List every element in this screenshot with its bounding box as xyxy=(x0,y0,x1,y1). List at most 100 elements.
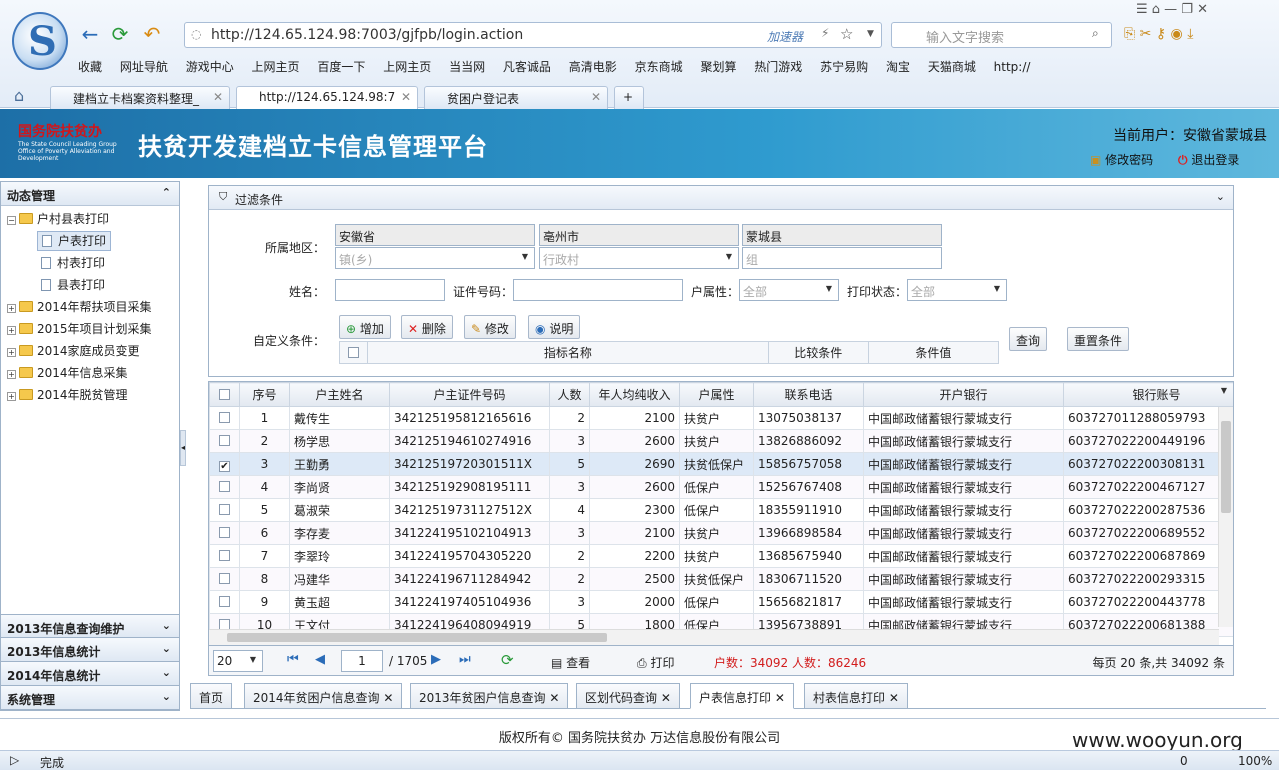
dropdown-icon[interactable]: ▼ xyxy=(867,29,874,39)
play-icon[interactable]: ▷ xyxy=(10,753,19,767)
col-header[interactable]: 年人均纯收入 xyxy=(589,382,680,407)
view-button[interactable]: ▤ 查看 xyxy=(551,654,590,671)
new-tab-button[interactable]: + xyxy=(614,86,644,109)
tree-node-county[interactable]: 县表打印 xyxy=(1,274,179,296)
row-checkbox[interactable] xyxy=(219,550,230,561)
col-header[interactable]: 序号 xyxy=(239,382,290,407)
bookmark-item[interactable]: 游戏中心 xyxy=(186,60,234,74)
tree-folder[interactable]: +2014年帮扶项目采集 xyxy=(1,296,179,318)
bookmark-item[interactable]: 收藏 xyxy=(78,60,102,74)
splitter-handle[interactable]: ◂ xyxy=(180,430,186,466)
row-checkbox[interactable]: ✔ xyxy=(219,460,230,472)
tree-node-household[interactable]: 户表打印 xyxy=(1,230,179,252)
row-checkbox[interactable] xyxy=(219,504,230,515)
nav-section-header[interactable]: 动态管理 ⌃ xyxy=(1,182,179,206)
tree-folder[interactable]: +2014家庭成员变更 xyxy=(1,340,179,362)
bookmark-item[interactable]: 上网主页 xyxy=(252,60,300,74)
browser-tab[interactable]: 建档立卡档案资料整理_ ✕ xyxy=(50,86,230,109)
tree-folder[interactable]: +2014年脱贫管理 xyxy=(1,384,179,406)
next-page-icon[interactable]: ▶ xyxy=(431,652,441,667)
condition-select-all[interactable] xyxy=(348,346,360,358)
first-page-icon[interactable]: ⏮ xyxy=(287,652,299,667)
search-icon[interactable]: ⌕ xyxy=(1092,26,1099,41)
star-icon[interactable]: ☆ xyxy=(840,25,853,43)
help-button[interactable]: ◉ 说明 xyxy=(528,315,581,339)
nav-section-header[interactable]: 系统管理 ⌄ xyxy=(0,686,180,710)
bookmark-item[interactable]: 苏宁易购 xyxy=(820,60,868,74)
tab-2014-query[interactable]: 2014年贫困户信息查询 ✕ xyxy=(244,683,403,709)
logout-link[interactable]: ⏻ 退出登录 xyxy=(1178,151,1239,168)
filter-header[interactable]: ⛉ 过滤条件 ⌄ xyxy=(209,186,1233,210)
table-row[interactable]: 6 李存麦 341224195102104913 3 2100 扶贫户 1396689858… xyxy=(209,521,1233,545)
back-icon[interactable]: ← xyxy=(78,22,102,46)
name-input[interactable] xyxy=(335,279,445,301)
nav-section-header[interactable]: 2014年信息统计 ⌄ xyxy=(0,662,180,686)
col-header[interactable]: 联系电话 xyxy=(753,382,864,407)
bookmark-item[interactable]: 京东商城 xyxy=(635,60,683,74)
id-input[interactable] xyxy=(513,279,683,301)
nav-section-header[interactable]: 2013年信息查询维护 ⌄ xyxy=(0,614,180,638)
tab-household-print[interactable]: 户表信息打印 ✕ xyxy=(690,683,794,709)
bookmark-item[interactable]: 当当网 xyxy=(449,60,485,74)
table-row[interactable]: 1 戴传生 342125195812165616 2 2100 扶贫户 1307503813… xyxy=(209,406,1233,430)
hscroll-thumb[interactable] xyxy=(227,633,607,642)
bookmark-item[interactable]: 高清电影 xyxy=(569,60,617,74)
browser-tab[interactable]: 贫困户登记表 ✕ xyxy=(424,86,608,109)
nav-section-header[interactable]: 2013年信息统计 ⌄ xyxy=(0,638,180,662)
select-all-checkbox[interactable] xyxy=(219,388,230,400)
table-row[interactable]: 7 李翠玲 341224195704305220 2 2200 扶贫户 1368567594… xyxy=(209,544,1233,568)
col-header[interactable]: 银行账号 xyxy=(1063,382,1233,407)
group-input[interactable]: 组 xyxy=(742,247,942,269)
col-header[interactable]: 开户银行 xyxy=(863,382,1064,407)
col-header[interactable]: 户属性 xyxy=(679,382,754,407)
zoom-level[interactable]: 100% xyxy=(1238,754,1272,768)
last-page-icon[interactable]: ⏭ xyxy=(459,652,471,667)
tab-region-code[interactable]: 区划代码查询 ✕ xyxy=(576,683,680,709)
tree-folder[interactable]: +2014年信息采集 xyxy=(1,362,179,384)
refresh-icon[interactable]: ⟳ xyxy=(108,22,132,46)
bookmark-item[interactable]: 淘宝 xyxy=(886,60,910,74)
undo-icon[interactable]: ↶ xyxy=(140,22,164,46)
address-bar[interactable]: ◌ http://124.65.124.98:7003/gjfpb/login.… xyxy=(184,22,882,48)
tree-node-root[interactable]: − 户村县表打印 xyxy=(1,208,179,230)
bookmark-item[interactable]: 百度一下 xyxy=(317,60,365,74)
table-row[interactable]: 2 杨学思 342125194610274916 3 2600 扶贫户 1382688609… xyxy=(209,429,1233,453)
row-checkbox[interactable] xyxy=(219,481,230,492)
bookmark-item[interactable]: 聚划算 xyxy=(700,60,736,74)
row-checkbox[interactable] xyxy=(219,412,230,423)
scroll-thumb[interactable] xyxy=(1221,421,1231,513)
add-button[interactable]: ⊕ 增加 xyxy=(339,315,391,339)
bookmark-item[interactable]: 上网主页 xyxy=(383,60,431,74)
bookmark-item[interactable]: http:// xyxy=(994,60,1031,74)
window-controls[interactable]: ☰ ⌂ — ❐ ✕ xyxy=(1136,2,1208,17)
toolbar-icons[interactable]: ⎘ ✂ ⚷ ◉ ⤓ xyxy=(1124,26,1193,42)
search-box[interactable]: 输入文字搜索 ⌕ xyxy=(891,22,1112,48)
attr-select[interactable]: 全部 xyxy=(739,279,839,301)
edit-button[interactable]: ✎ 修改 xyxy=(464,315,516,339)
bookmark-item[interactable]: 天猫商城 xyxy=(928,60,976,74)
tab-2013-query[interactable]: 2013年贫困户信息查询 ✕ xyxy=(410,683,569,709)
bookmark-item[interactable]: 凡客诚品 xyxy=(503,60,551,74)
table-row[interactable]: 9 黄玉超 341224197405104936 3 2000 低保户 1565682181… xyxy=(209,590,1233,614)
bookmark-item[interactable]: 网址导航 xyxy=(120,60,168,74)
table-row[interactable]: 4 李尚贤 342125192908195111 3 2600 低保户 1525676740… xyxy=(209,475,1233,499)
change-password-link[interactable]: ▣ 修改密码 xyxy=(1090,151,1153,168)
col-header[interactable]: 人数 xyxy=(549,382,590,407)
row-checkbox[interactable] xyxy=(219,596,230,607)
horizontal-scrollbar[interactable] xyxy=(209,629,1219,645)
village-select[interactable]: 行政村 xyxy=(539,247,739,269)
table-row[interactable]: 5 葛淑荣 34212519731127512X 4 2300 低保户 1835591191… xyxy=(209,498,1233,522)
home-icon[interactable]: ⌂ xyxy=(14,86,24,105)
table-row[interactable]: 8 冯建华 341224196711284942 2 2500 扶贫低保户 18306711… xyxy=(209,567,1233,591)
bookmark-item[interactable]: 热门游戏 xyxy=(754,60,802,74)
row-checkbox[interactable] xyxy=(219,527,230,538)
col-header[interactable]: 户主姓名 xyxy=(289,382,390,407)
reset-button[interactable]: 重置条件 xyxy=(1067,327,1130,351)
browser-tab-active[interactable]: http://124.65.124.98:7 ✕ xyxy=(236,86,418,109)
vertical-scrollbar[interactable] xyxy=(1218,407,1233,627)
accelerator-label[interactable]: 加速器 xyxy=(767,28,803,45)
col-header[interactable]: 户主证件号码 xyxy=(389,382,550,407)
query-button[interactable]: 查询 xyxy=(1009,327,1048,351)
delete-button[interactable]: ✕ 删除 xyxy=(401,315,453,339)
tree-node-village[interactable]: 村表打印 xyxy=(1,252,179,274)
